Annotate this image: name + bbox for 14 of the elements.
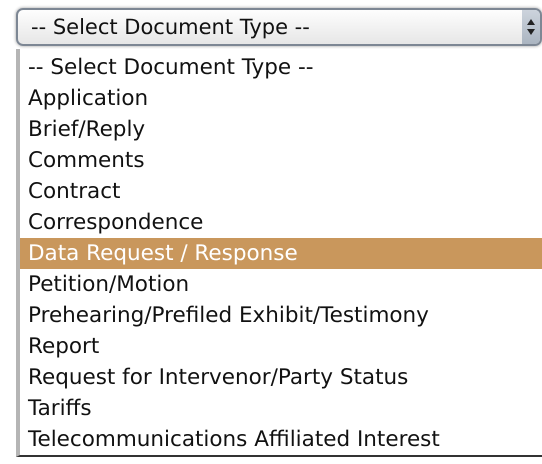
dropdown-option[interactable]: Telecommunications Affiliated Interest — [20, 424, 542, 455]
dropdown-option[interactable]: Contract — [20, 176, 542, 207]
document-type-select[interactable]: -- Select Document Type -- — [16, 8, 542, 46]
dropdown-option[interactable]: Brief/Reply — [20, 114, 542, 145]
dropdown-option[interactable]: Petition/Motion — [20, 269, 542, 300]
stepper-icon — [526, 18, 536, 36]
dropdown-option[interactable]: Tariffs — [20, 393, 542, 424]
dropdown-option[interactable]: -- Select Document Type -- — [20, 52, 542, 83]
dropdown-option[interactable]: Application — [20, 83, 542, 114]
dropdown-option[interactable]: Correspondence — [20, 207, 542, 238]
dropdown-option[interactable]: Comments — [20, 145, 542, 176]
dropdown-option[interactable]: Request for Intervenor/Party Status — [20, 362, 542, 393]
dropdown-option[interactable]: Report — [20, 331, 542, 362]
dropdown-option[interactable]: Prehearing/Prefiled Exhibit/Testimony — [20, 300, 542, 331]
